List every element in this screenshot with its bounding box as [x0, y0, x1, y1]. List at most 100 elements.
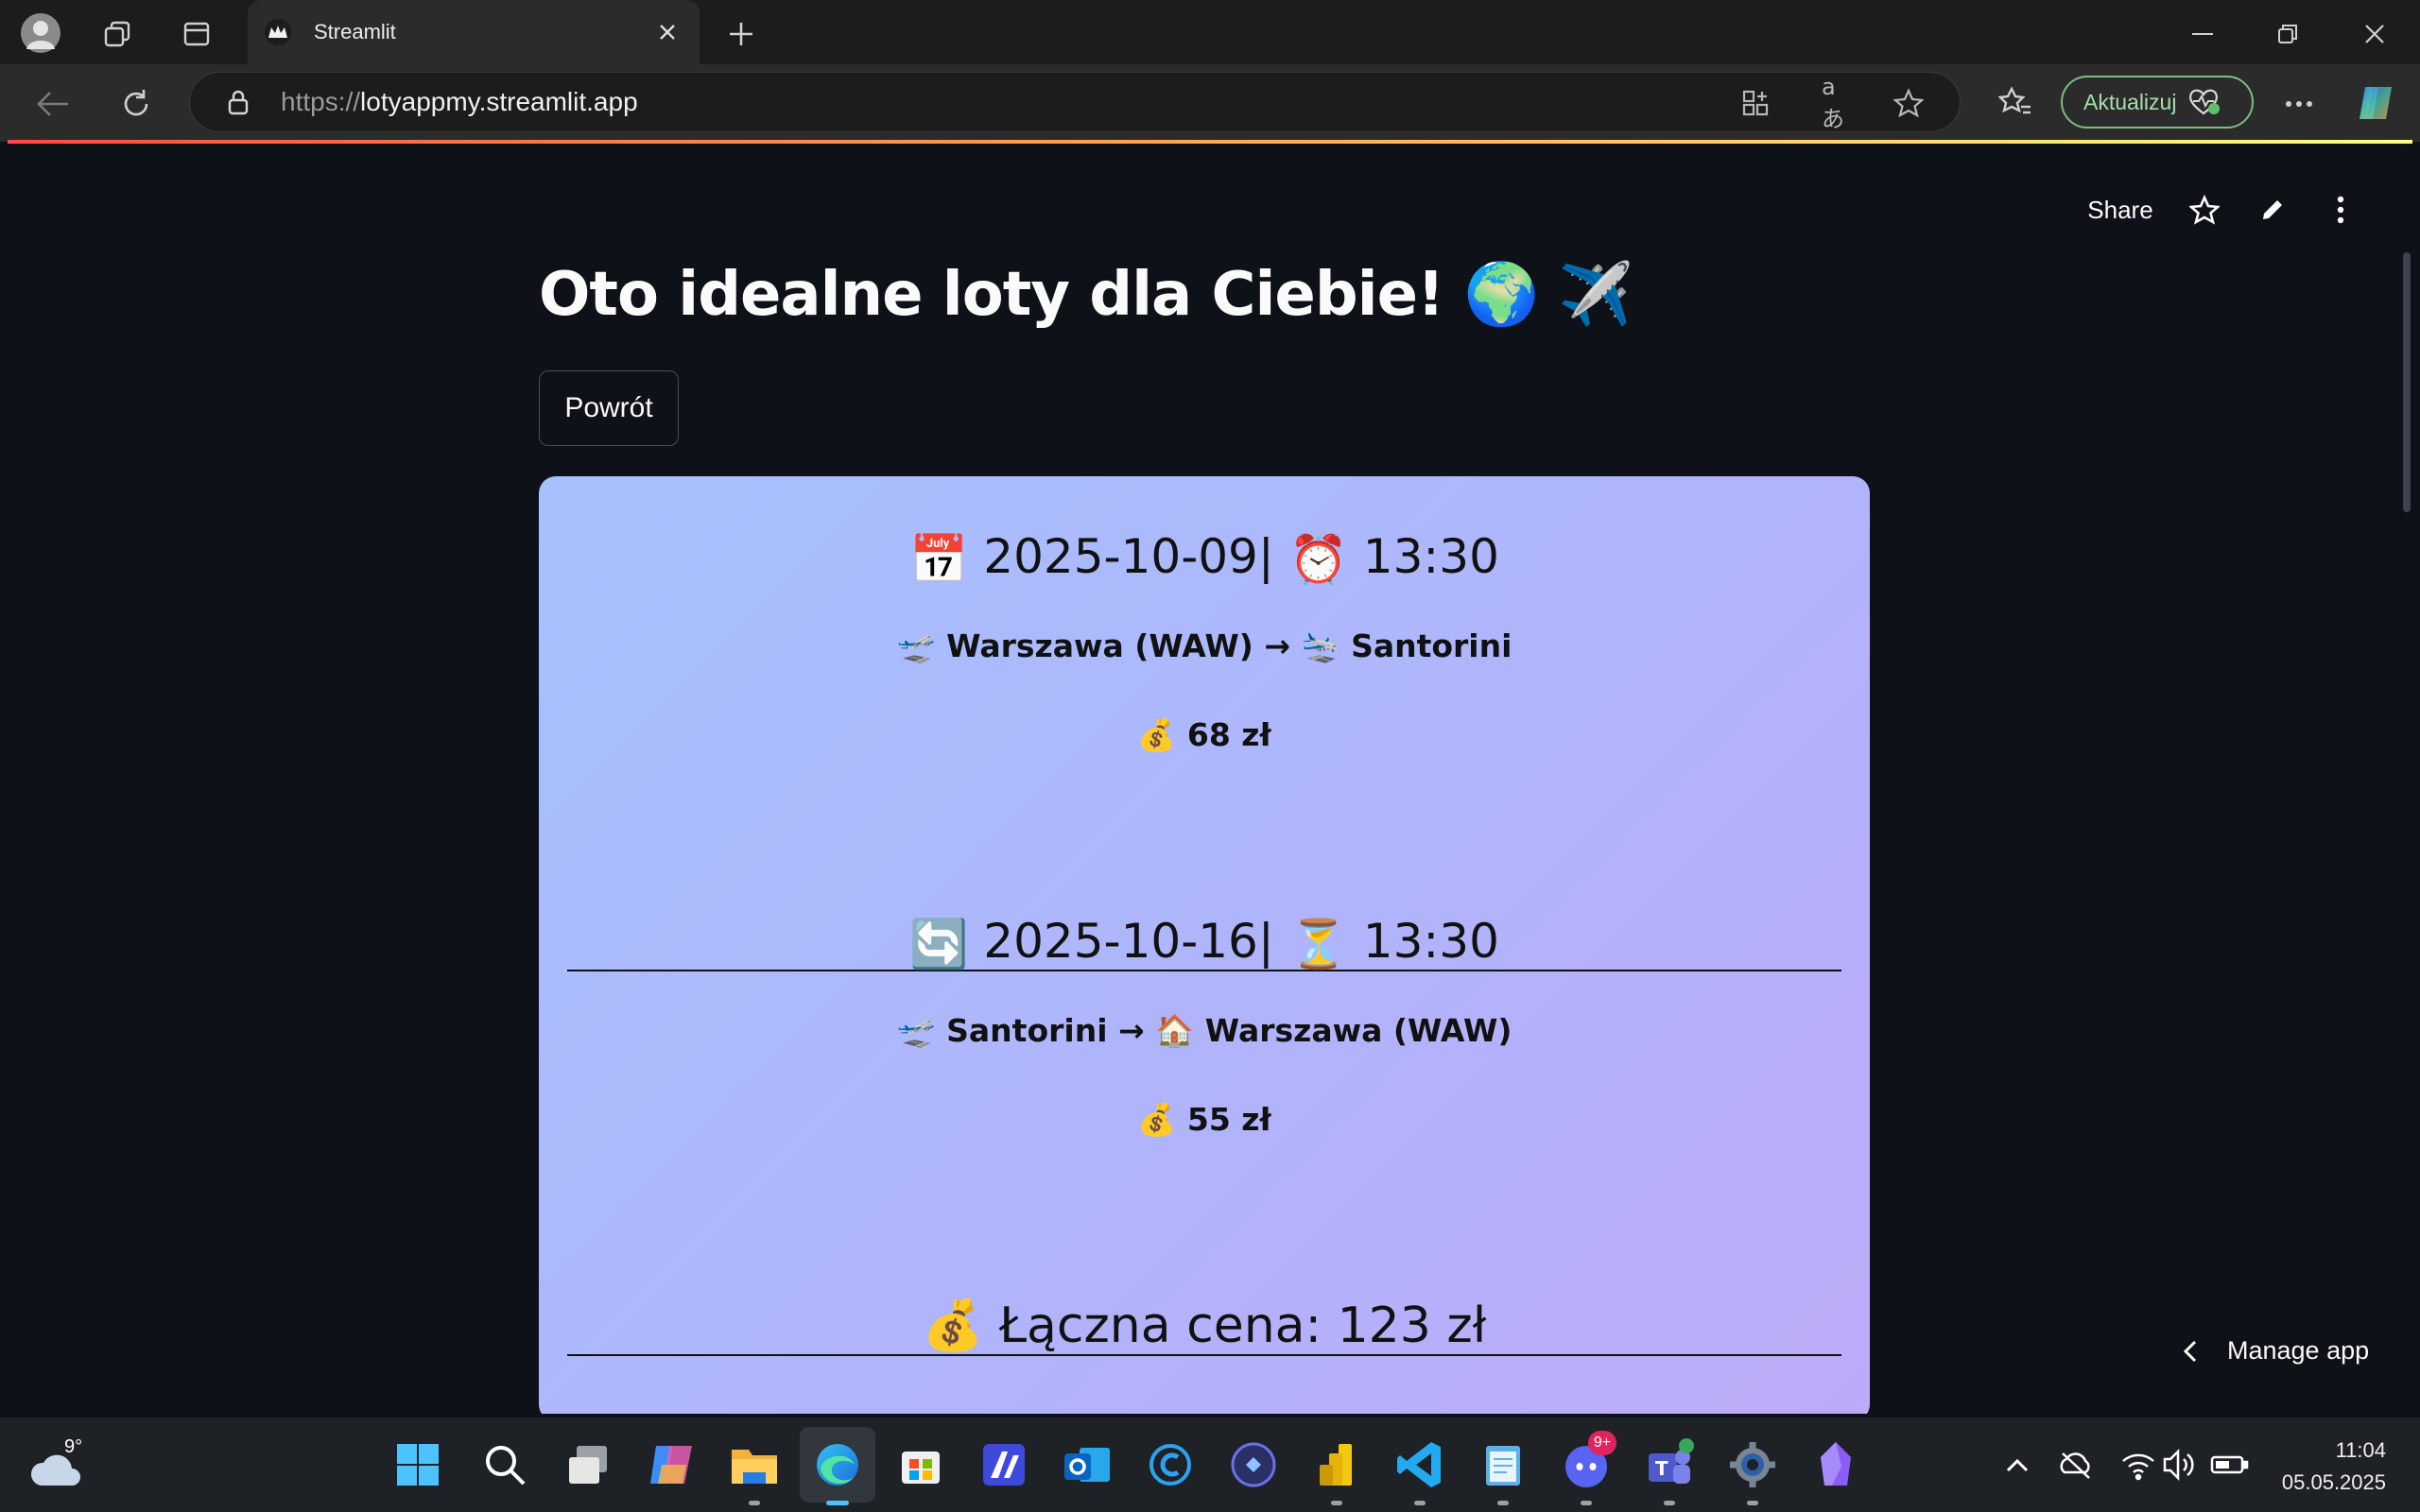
discord-badge: 9+ — [1588, 1431, 1616, 1455]
divider — [567, 1354, 1841, 1356]
return-datetime: 🔄 2025-10-16| ⏳ 13:30 — [539, 914, 1870, 972]
search-icon[interactable] — [478, 1438, 531, 1491]
translate-icon[interactable]: aあ — [1822, 74, 1856, 132]
copilot-icon[interactable] — [2354, 81, 2397, 125]
outbound-price: 💰 68 zł — [539, 716, 1870, 754]
chevron-up-icon[interactable] — [1998, 1438, 2036, 1491]
star-icon[interactable] — [2184, 189, 2225, 231]
alarm-clock-icon: ⏰ — [1288, 532, 1348, 587]
clock-time: 11:04 — [2335, 1438, 2386, 1462]
outbound-price-value: 68 zł — [1186, 716, 1271, 753]
close-window-icon[interactable] — [2356, 15, 2394, 53]
app-available-icon[interactable] — [1738, 86, 1772, 120]
address-bar[interactable]: https://lotyappmy.streamlit.app aあ — [189, 72, 1961, 132]
running-indicator — [1497, 1501, 1509, 1505]
wifi-icon[interactable] — [2119, 1438, 2157, 1491]
restore-icon[interactable] — [2269, 15, 2307, 53]
return-from: Santorini — [946, 1012, 1108, 1049]
running-indicator — [749, 1501, 760, 1505]
running-indicator — [1747, 1501, 1758, 1505]
departure-icon: 🛫 — [896, 627, 936, 664]
outbound-from: Warszawa (WAW) — [946, 627, 1253, 664]
weather-widget[interactable]: 9° — [28, 1436, 95, 1493]
update-button[interactable]: Aktualizuj — [2061, 76, 2254, 129]
battery-icon[interactable] — [2208, 1438, 2250, 1491]
calendar-icon: 📅 — [909, 532, 969, 587]
workspaces-icon[interactable] — [98, 15, 136, 53]
volume-icon[interactable] — [2161, 1438, 2199, 1491]
chevron-left-icon — [2183, 1340, 2197, 1362]
outbound-date: 2025-10-09 — [983, 529, 1258, 584]
return-to: Warszawa (WAW) — [1204, 1012, 1512, 1049]
obsidian-icon[interactable] — [1809, 1438, 1862, 1491]
back-arrow-icon[interactable] — [32, 83, 74, 125]
edit-pencil-icon[interactable] — [2252, 189, 2293, 231]
dev-home-icon[interactable] — [1227, 1438, 1280, 1491]
outbound-route: 🛫 Warszawa (WAW) → 🛬 Santorini — [539, 627, 1870, 665]
notepad-icon[interactable] — [1477, 1438, 1530, 1491]
microsoft-store-icon[interactable] — [894, 1438, 947, 1491]
favorite-star-icon[interactable] — [1892, 86, 1926, 120]
outbound-to: Santorini — [1351, 627, 1512, 664]
copilot-app-icon[interactable] — [645, 1438, 698, 1491]
return-price-value: 55 zł — [1186, 1101, 1271, 1138]
running-indicator — [1414, 1501, 1426, 1505]
new-tab-icon[interactable] — [722, 15, 760, 53]
money-bag-icon: 💰 — [922, 1297, 984, 1354]
vscode-icon[interactable] — [1393, 1438, 1446, 1491]
outbound-datetime: 📅 2025-10-09| ⏰ 13:30 — [539, 529, 1870, 588]
close-tab-icon[interactable] — [652, 17, 683, 47]
outbound-separator: | — [1257, 529, 1274, 584]
onedrive-offline-icon[interactable] — [2057, 1438, 2095, 1491]
favorites-icon[interactable] — [1995, 81, 2036, 123]
back-button[interactable]: Powrót — [539, 370, 679, 446]
repeat-icon: 🔄 — [909, 917, 969, 971]
total-price-label: Łączna cena: 123 zł — [998, 1297, 1487, 1354]
profile-avatar-icon[interactable] — [21, 13, 60, 53]
vertical-tabs-icon[interactable] — [178, 15, 216, 53]
start-icon[interactable] — [391, 1438, 444, 1491]
running-indicator — [1331, 1501, 1342, 1505]
scrollbar[interactable] — [2403, 252, 2411, 512]
browser-tab-bar: Streamlit — [0, 0, 2420, 64]
edge-browser-icon[interactable] — [811, 1438, 864, 1491]
tab-title: Streamlit — [314, 20, 396, 43]
return-route: 🛫 Santorini → 🏠 Warszawa (WAW) — [539, 1012, 1870, 1050]
power-bi-icon[interactable] — [1310, 1438, 1363, 1491]
return-price: 💰 55 zł — [539, 1101, 1870, 1139]
task-view-icon[interactable] — [562, 1438, 614, 1491]
lock-icon[interactable] — [224, 88, 252, 116]
main-menu-icon[interactable] — [2320, 189, 2361, 231]
url-text[interactable]: https://lotyappmy.streamlit.app — [281, 87, 638, 117]
outbound-time: 13:30 — [1362, 529, 1499, 584]
return-time: 13:30 — [1362, 914, 1499, 969]
heart-pulse-icon — [2187, 88, 2221, 116]
system-clock[interactable]: 11:04 05.05.2025 — [2282, 1435, 2386, 1499]
share-button[interactable]: Share — [2078, 191, 2163, 229]
browser-toolbar: https://lotyappmy.streamlit.app aあ Aktua… — [0, 64, 2420, 142]
teams-icon[interactable]: T — [1643, 1438, 1696, 1491]
departure-icon: 🛫 — [896, 1012, 936, 1049]
url-host: lotyappmy.streamlit.app — [360, 87, 638, 116]
file-explorer-icon[interactable] — [728, 1438, 781, 1491]
manage-app-button[interactable]: Manage app — [2182, 1336, 2369, 1366]
active-tab[interactable]: Streamlit — [248, 0, 700, 64]
more-menu-icon[interactable] — [2278, 83, 2320, 125]
hourglass-icon: ⏳ — [1288, 917, 1348, 971]
url-scheme: https:// — [281, 87, 361, 116]
arrival-icon: 🛬 — [1301, 627, 1340, 664]
money-bag-icon: 💰 — [1137, 1101, 1177, 1138]
minimize-icon[interactable] — [2184, 15, 2221, 53]
outlook-icon[interactable] — [1061, 1438, 1114, 1491]
ccleaner-icon[interactable] — [1144, 1438, 1197, 1491]
streamlit-favicon-icon — [265, 19, 291, 45]
running-indicator — [1581, 1501, 1592, 1505]
active-indicator — [826, 1501, 849, 1505]
return-separator: | — [1257, 914, 1274, 969]
return-date: 2025-10-16 — [983, 914, 1258, 969]
reload-icon[interactable] — [115, 83, 157, 125]
dev-tool-icon[interactable] — [977, 1438, 1030, 1491]
discord-icon[interactable]: 9+ — [1560, 1431, 1616, 1491]
settings-gear-icon[interactable] — [1726, 1438, 1779, 1491]
home-icon: 🏠 — [1155, 1012, 1195, 1049]
